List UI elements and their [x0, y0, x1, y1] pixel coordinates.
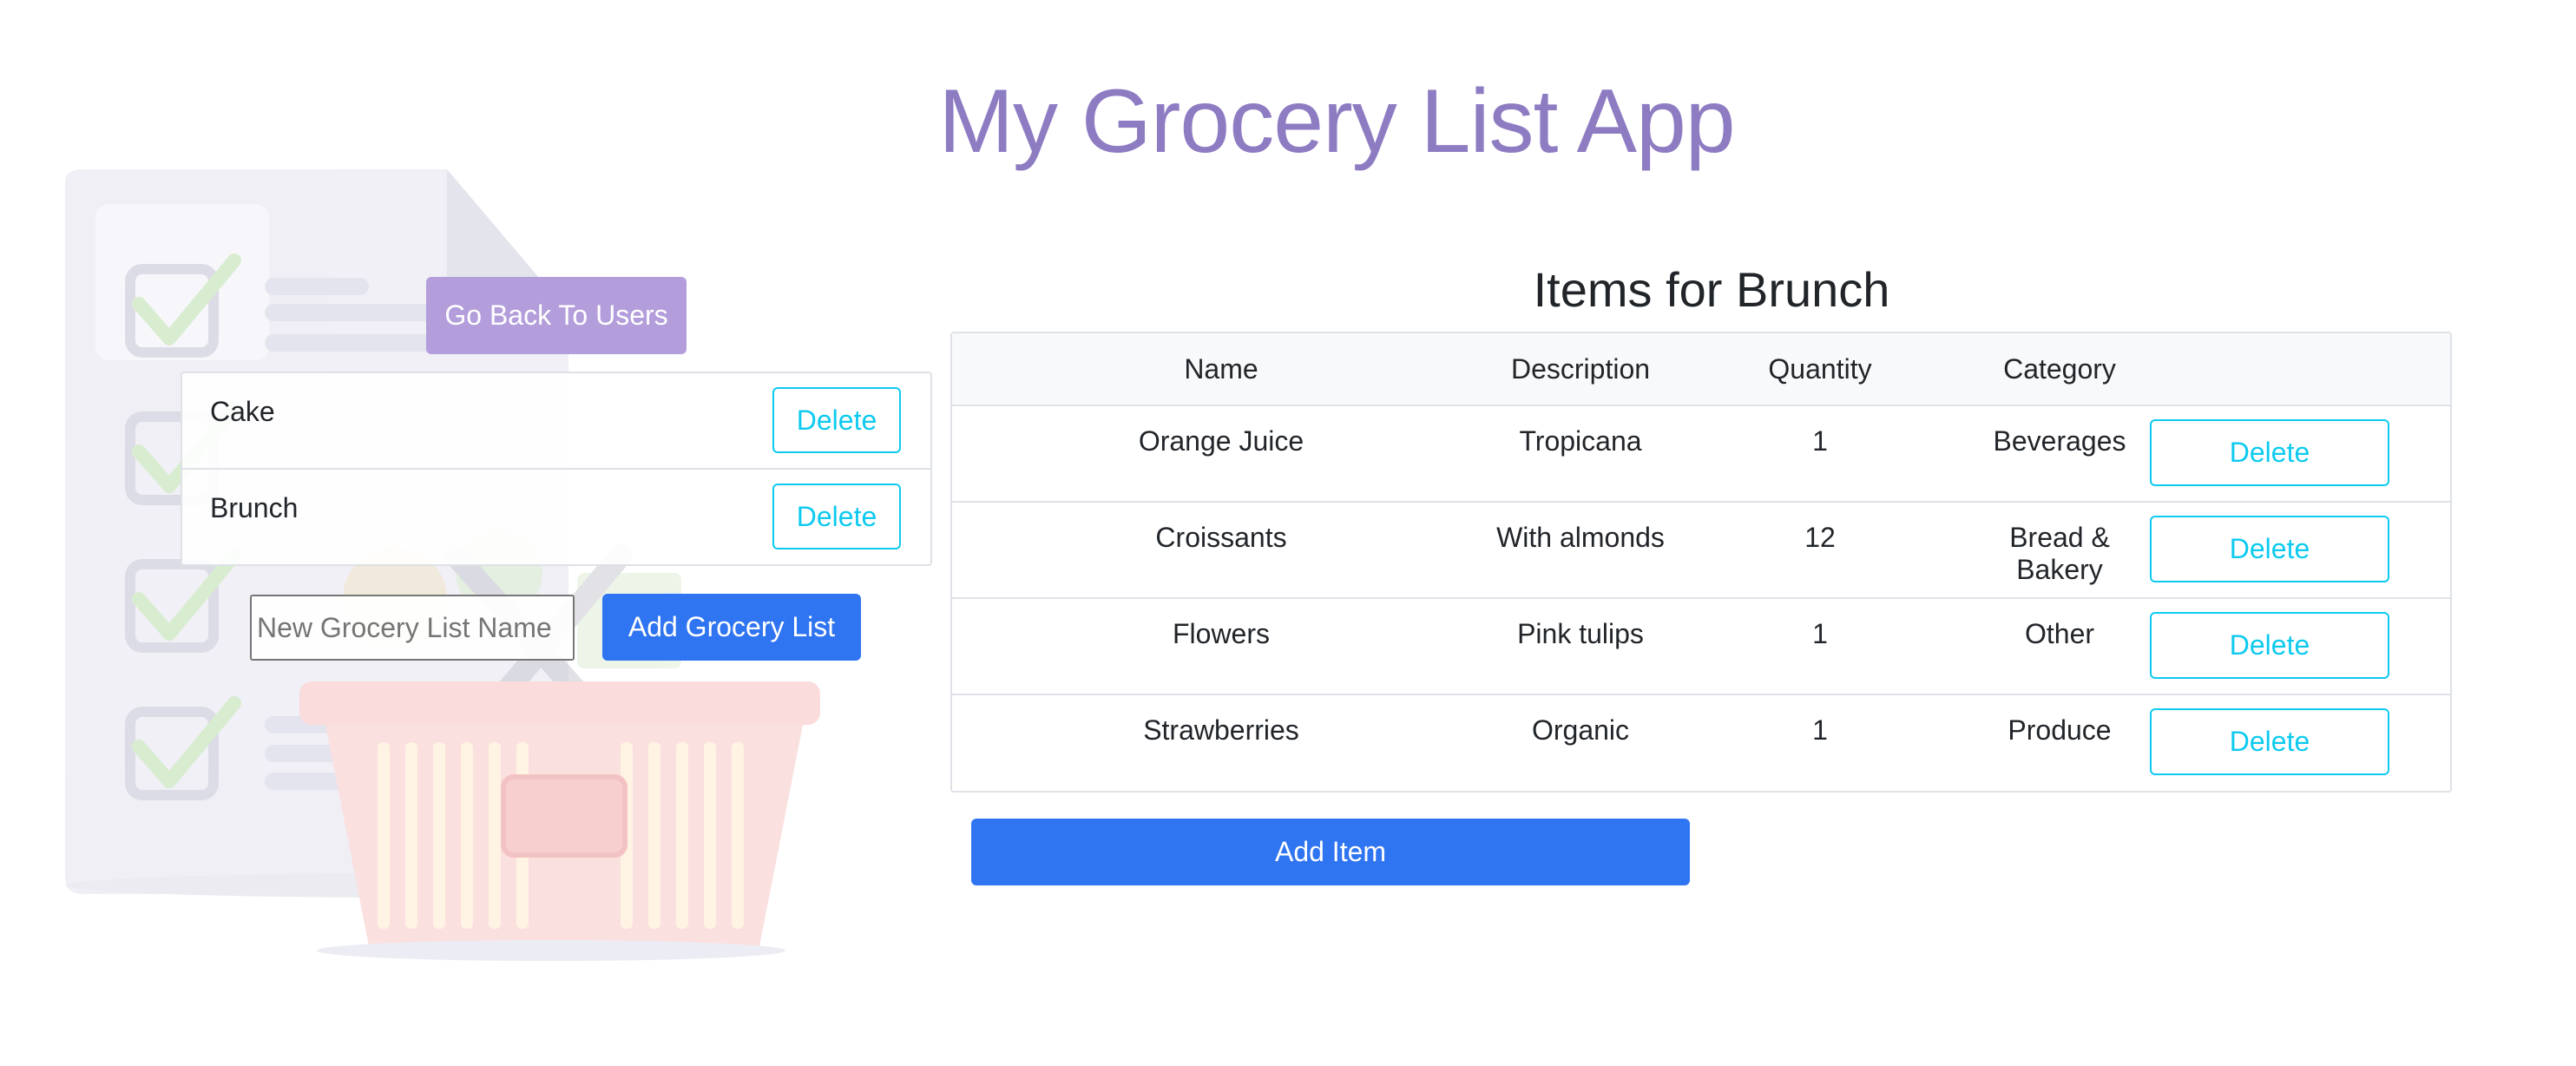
item-category: Other	[1969, 598, 2150, 695]
item-name: Croissants	[952, 502, 1490, 599]
app-title: My Grocery List App	[938, 71, 1735, 172]
item-name: Orange Juice	[952, 405, 1490, 503]
delete-item-button[interactable]: Delete	[2150, 708, 2389, 775]
item-name: Flowers	[952, 598, 1490, 695]
items-table: Name Description Quantity Category Orang…	[950, 332, 2452, 793]
table-row: Flowers Pink tulips 1 Other Delete	[952, 598, 2450, 695]
item-category: Bread & Bakery	[1969, 502, 2150, 599]
item-description: Organic	[1531, 714, 1630, 746]
delete-list-button[interactable]: Delete	[772, 387, 901, 453]
table-row: Strawberries Organic 1 Produce Delete	[952, 694, 2450, 791]
delete-item-button[interactable]: Delete	[2150, 516, 2389, 582]
delete-item-button[interactable]: Delete	[2150, 612, 2389, 679]
item-name: Strawberries	[1143, 714, 1299, 746]
app-page: My Grocery List App Go Back To Users Cak…	[0, 0, 2576, 1066]
item-description: Pink tulips	[1490, 598, 1671, 695]
items-heading: Items for Brunch	[1533, 262, 1890, 317]
add-item-button[interactable]: Add Item	[971, 819, 1690, 885]
table-header-row: Name Description Quantity Category	[952, 333, 2450, 406]
grocery-list-name: Brunch	[210, 492, 299, 523]
item-category: Produce	[2008, 714, 2112, 746]
item-description: With almonds	[1490, 502, 1671, 599]
item-quantity: 1	[1671, 598, 1969, 695]
new-grocery-list-name-input[interactable]	[250, 595, 575, 661]
grocery-list-item-brunch[interactable]: Brunch Delete	[182, 470, 930, 564]
item-category: Beverages	[1969, 405, 2150, 503]
go-back-to-users-button[interactable]: Go Back To Users	[426, 277, 687, 354]
delete-item-button[interactable]: Delete	[2150, 419, 2389, 486]
column-header-quantity: Quantity	[1671, 333, 1969, 406]
item-quantity: 1	[1812, 714, 1828, 746]
item-actions: Delete	[2150, 502, 2450, 599]
item-actions: Delete	[2150, 598, 2450, 695]
item-quantity: 1	[1671, 405, 1969, 503]
table-row: Croissants With almonds 12 Bread & Baker…	[952, 502, 2450, 599]
grocery-list-name: Cake	[210, 396, 275, 427]
grocery-lists: Cake Delete Brunch Delete	[181, 372, 932, 566]
add-grocery-list-button[interactable]: Add Grocery List	[602, 594, 861, 661]
item-quantity: 12	[1671, 502, 1969, 599]
column-header-name: Name	[952, 333, 1490, 406]
column-header-actions	[2150, 333, 2450, 406]
table-row: Orange Juice Tropicana 1 Beverages Delet…	[952, 405, 2450, 503]
grocery-list-item-cake[interactable]: Cake Delete	[182, 373, 930, 470]
item-description: Tropicana	[1490, 405, 1671, 503]
column-header-category: Category	[1969, 333, 2150, 406]
item-actions: Delete	[2150, 694, 2450, 791]
delete-list-button[interactable]: Delete	[772, 484, 901, 549]
item-actions: Delete	[2150, 405, 2450, 503]
column-header-description: Description	[1490, 333, 1671, 406]
